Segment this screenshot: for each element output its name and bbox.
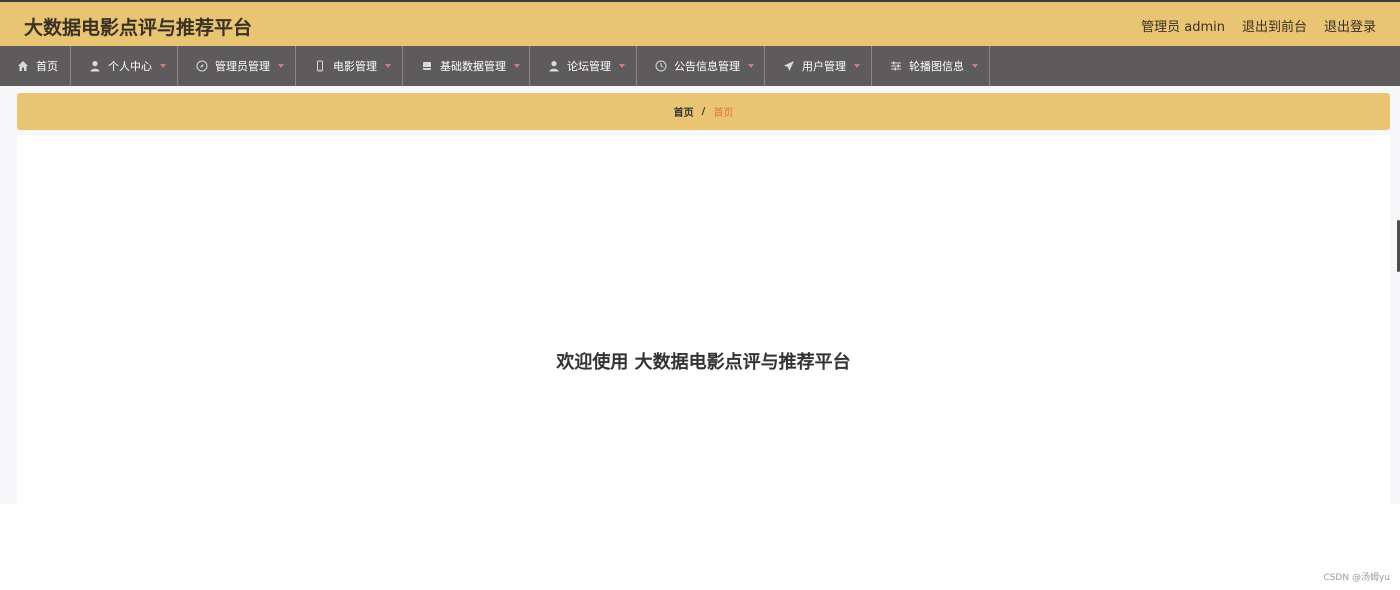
chevron-down-icon	[160, 64, 166, 68]
breadcrumb-current: 首页	[713, 108, 734, 119]
clock-icon	[655, 60, 667, 72]
chevron-down-icon	[972, 64, 978, 68]
nav-label: 轮播图信息	[909, 60, 964, 73]
nav-item-admin-management[interactable]: 管理员管理	[178, 46, 296, 86]
welcome-heading: 欢迎使用 大数据电影点评与推荐平台	[556, 352, 851, 373]
chevron-down-icon	[278, 64, 284, 68]
phone-icon	[314, 60, 326, 72]
sliders-icon	[890, 60, 902, 72]
nav-item-movie-management[interactable]: 电影管理	[296, 46, 403, 86]
chevron-down-icon	[385, 64, 391, 68]
user-icon	[89, 60, 101, 72]
nav-label: 电影管理	[333, 60, 377, 73]
nav-label: 论坛管理	[567, 60, 611, 73]
nav-label: 首页	[36, 60, 58, 73]
chevron-down-icon	[748, 64, 754, 68]
nav-label: 用户管理	[802, 60, 846, 73]
nav-item-personal-center[interactable]: 个人中心	[71, 46, 178, 86]
home-icon	[17, 60, 29, 72]
main-panel: 欢迎使用 大数据电影点评与推荐平台	[17, 135, 1390, 504]
breadcrumb: 首页 / 首页	[17, 93, 1390, 130]
send-icon	[783, 60, 795, 72]
breadcrumb-home-link[interactable]: 首页	[674, 104, 694, 119]
logout-link[interactable]: 退出登录	[1324, 16, 1376, 35]
top-header: 大数据电影点评与推荐平台 管理员 admin 退出到前台 退出登录	[0, 0, 1400, 46]
nav-label: 基础数据管理	[440, 60, 506, 73]
nav-label: 管理员管理	[215, 60, 270, 73]
breadcrumb-separator: /	[701, 106, 706, 117]
back-to-front-link[interactable]: 退出到前台	[1242, 16, 1307, 35]
chevron-down-icon	[619, 64, 625, 68]
nav-item-home[interactable]: 首页	[0, 46, 71, 86]
nav-item-base-data-management[interactable]: 基础数据管理	[403, 46, 530, 86]
watermark: CSDN @汤姆yu	[1323, 573, 1390, 583]
nav-item-user-management[interactable]: 用户管理	[765, 46, 872, 86]
app-title: 大数据电影点评与推荐平台	[24, 17, 253, 39]
nav-item-notice-management[interactable]: 公告信息管理	[637, 46, 765, 86]
nav-label: 个人中心	[108, 60, 152, 73]
nav-label: 公告信息管理	[674, 60, 740, 73]
user-icon	[548, 60, 560, 72]
chevron-down-icon	[854, 64, 860, 68]
card-icon	[421, 60, 433, 72]
admin-user-label[interactable]: 管理员 admin	[1141, 16, 1225, 35]
chevron-down-icon	[514, 64, 520, 68]
header-actions: 管理员 admin 退出到前台 退出登录	[1141, 16, 1376, 35]
nav-item-carousel-info[interactable]: 轮播图信息	[872, 46, 990, 86]
compass-icon	[196, 60, 208, 72]
nav-item-forum-management[interactable]: 论坛管理	[530, 46, 637, 86]
main-navbar: 首页 个人中心 管理员管理 电影管理 基础数据管理 论坛管理 公告信息管理 用户…	[0, 46, 1400, 86]
